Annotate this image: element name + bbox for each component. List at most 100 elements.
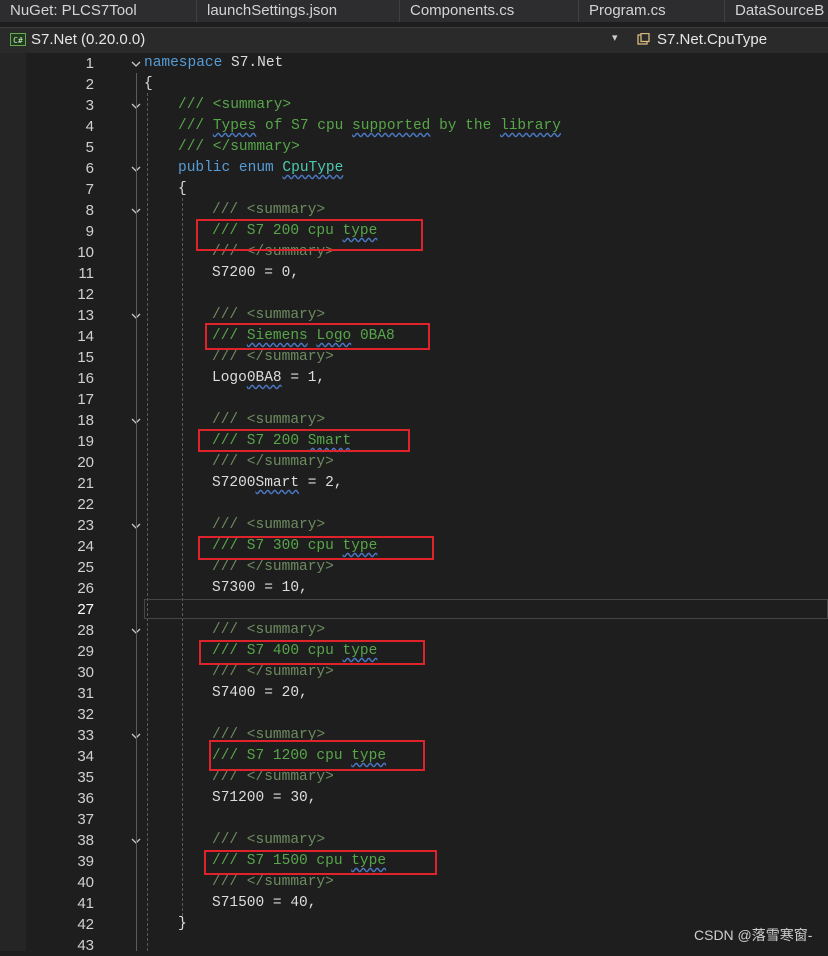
line-number: 17 [77, 391, 94, 408]
spell-squiggle: Smart [255, 475, 300, 491]
tab-program-cs[interactable]: Program.cs [579, 0, 725, 22]
line-number: 20 [77, 454, 94, 471]
keyword: public enum [178, 160, 283, 176]
code-line-18: /// <summary> [212, 412, 326, 428]
tab-label: Program.cs [589, 2, 666, 19]
keyword: namespace [144, 55, 223, 71]
line-number: 15 [77, 349, 94, 366]
line-number: 22 [77, 496, 94, 513]
comment-text: by the [430, 118, 500, 134]
line-number: 41 [77, 895, 94, 912]
code-line-21: S7200Smart = 2, [212, 473, 343, 494]
identifier: = 1, [281, 370, 326, 386]
line-number: 4 [85, 118, 94, 135]
line-number: 38 [77, 832, 94, 849]
comment-text: of S7 cpu [256, 118, 353, 134]
indent-guide [147, 93, 148, 951]
current-line-highlight [144, 599, 828, 619]
code-line-36: S71200 = 30, [212, 790, 317, 806]
tab-label: Components.cs [410, 2, 515, 19]
code-line-8: /// <summary> [212, 202, 326, 218]
code-line-1: namespace S7.Net [144, 53, 283, 74]
line-number: 6 [85, 160, 94, 177]
line-number: 19 [77, 433, 94, 450]
navigation-bar: C# S7.Net (0.20.0.0) ▾ S7.Net.CpuType [0, 27, 828, 55]
chevron-down-icon[interactable]: ▾ [612, 31, 618, 44]
line-number: 2 [85, 76, 94, 93]
tab-label: NuGet: PLCS7Tool [10, 2, 137, 19]
line-number: 11 [78, 265, 94, 282]
indicator-margin [0, 53, 26, 951]
line-number: 28 [77, 622, 94, 639]
tab-launchsettings-json[interactable]: launchSettings.json [197, 0, 400, 22]
highlight-box [209, 740, 425, 771]
line-number: 39 [77, 853, 94, 870]
line-number-current: 27 [77, 601, 94, 618]
tab-label: DataSourceB [735, 2, 825, 19]
code-line-16: Logo0BA8 = 1, [212, 368, 325, 389]
code-line-7: { [178, 181, 187, 197]
code-line-25: /// </summary> [212, 559, 334, 575]
highlight-box [204, 850, 437, 875]
code-line-15: /// </summary> [212, 349, 334, 365]
line-number: 26 [77, 580, 94, 597]
highlight-box [198, 429, 410, 452]
project-dropdown[interactable]: S7.Net (0.20.0.0) [31, 31, 145, 48]
code-line-23: /// <summary> [212, 517, 326, 533]
code-editor[interactable]: 1 2 3 4 5 6 7 8 9 10 11 12 13 14 15 16 1… [0, 53, 828, 954]
code-line-28: /// <summary> [212, 622, 326, 638]
spell-squiggle: library [500, 118, 561, 134]
code-line-30: /// </summary> [212, 664, 334, 680]
line-number: 36 [77, 790, 94, 807]
spell-squiggle: supported [352, 118, 431, 134]
highlight-box [205, 323, 430, 350]
document-tab-strip: NuGet: PLCS7Tool launchSettings.json Com… [0, 0, 828, 22]
line-number: 3 [85, 97, 94, 114]
code-line-31: S7400 = 20, [212, 685, 308, 701]
line-number: 23 [77, 517, 94, 534]
line-number: 9 [85, 223, 94, 240]
tab-components-cs[interactable]: Components.cs [400, 0, 579, 22]
line-number: 13 [77, 307, 94, 324]
line-number: 21 [77, 475, 94, 492]
identifier: Logo [212, 370, 247, 386]
indent-guide [182, 198, 183, 926]
line-number: 8 [85, 202, 94, 219]
line-number: 34 [77, 748, 94, 765]
identifier: S7200 [212, 475, 256, 491]
line-number: 35 [77, 769, 94, 786]
tab-nuget-plcs7tool[interactable]: NuGet: PLCS7Tool [0, 0, 197, 22]
spell-squiggle: Types [212, 118, 257, 134]
line-number: 33 [77, 727, 94, 744]
line-number: 29 [77, 643, 94, 660]
code-line-41: S71500 = 40, [212, 895, 317, 911]
highlight-box [199, 640, 425, 665]
line-number: 43 [77, 937, 94, 954]
code-line-40: /// </summary> [212, 874, 334, 890]
line-number: 16 [77, 370, 94, 387]
code-line-6: public enum CpuType [178, 158, 343, 179]
enum-type-icon [637, 33, 650, 45]
code-line-5: /// </summary> [178, 139, 300, 155]
highlight-box [198, 536, 434, 560]
line-number: 14 [77, 328, 94, 345]
line-number: 30 [77, 664, 94, 681]
code-line-38: /// <summary> [212, 832, 326, 848]
code-line-20: /// </summary> [212, 454, 334, 470]
line-number: 37 [77, 811, 94, 828]
line-number: 24 [77, 538, 94, 555]
highlight-box [196, 219, 423, 251]
code-line-3: /// <summary> [178, 97, 292, 113]
line-number: 42 [77, 916, 94, 933]
line-number: 40 [77, 874, 94, 891]
line-number: 25 [77, 559, 94, 576]
line-number: 5 [85, 139, 94, 156]
tab-datasource[interactable]: DataSourceB [725, 0, 828, 22]
csdn-watermark: CSDN @落雪寒窗- [694, 927, 813, 943]
line-number: 10 [77, 244, 94, 261]
member-dropdown[interactable]: S7.Net.CpuType [657, 31, 767, 48]
line-number: 12 [77, 286, 94, 303]
code-line-42: } [178, 916, 187, 932]
code-line-26: S7300 = 10, [212, 580, 308, 596]
collapse-chevron-icon[interactable] [130, 58, 142, 70]
